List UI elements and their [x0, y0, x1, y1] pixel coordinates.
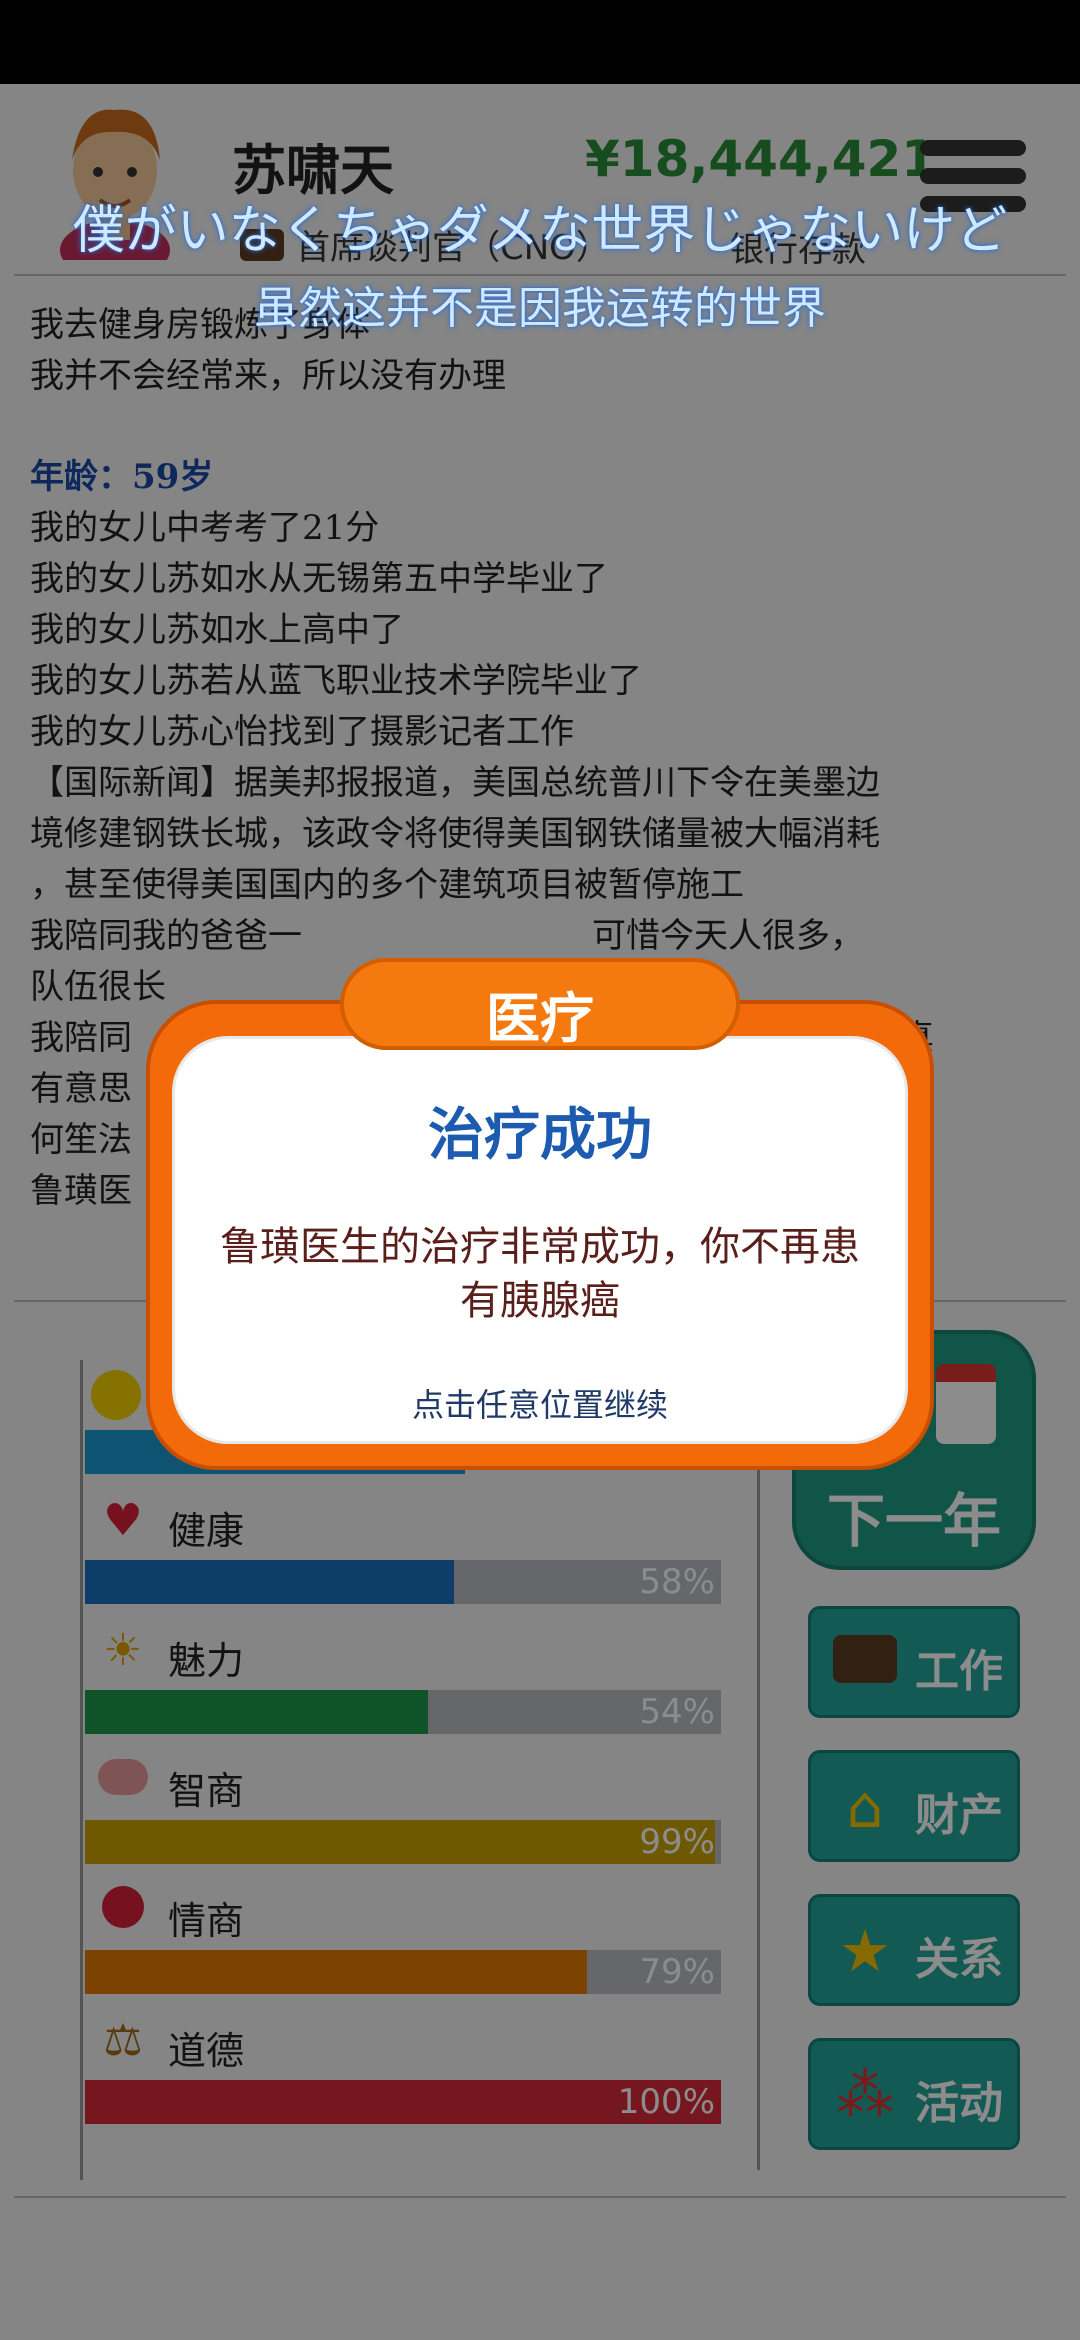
- subtitle-line-1: 僕がいなくちゃダメな世界じゃないけど: [72, 201, 1008, 261]
- dialog-title: 治疗成功: [428, 1103, 652, 1168]
- subtitle-line-2: 虽然这并不是因我运转的世界: [254, 283, 826, 334]
- dialog-hint[interactable]: 点击任意位置继续: [0, 1380, 1080, 1426]
- dialog-tab-label: 医疗: [486, 987, 594, 1050]
- dialog-tab: 医疗: [340, 958, 740, 1050]
- status-bar: [0, 0, 1080, 84]
- dialog-message: 鲁璜医生的治疗非常成功，你不再患有胰腺癌: [220, 1224, 860, 1324]
